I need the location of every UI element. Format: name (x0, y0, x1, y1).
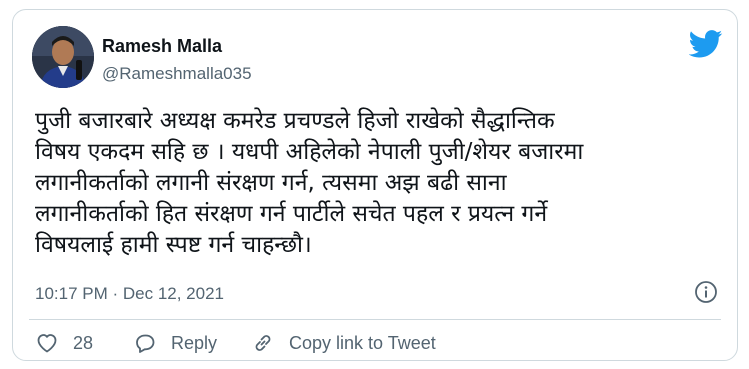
tweet-text: पुजी बजारबारे अध्यक्ष कमरेड प्रचण्डले हि… (35, 108, 584, 258)
reply-label: Reply (171, 332, 218, 353)
reply-button[interactable]: Reply (133, 331, 217, 355)
heart-icon (35, 331, 59, 355)
tweet-card: Ramesh Malla @Rameshmalla035 पुजी बजारबा… (12, 9, 738, 361)
copy-link-button[interactable]: Copy link to Tweet (251, 331, 436, 355)
divider (29, 319, 721, 320)
avatar[interactable] (32, 26, 94, 88)
author-name[interactable]: Ramesh Malla (102, 36, 222, 57)
author-handle[interactable]: @Rameshmalla035 (102, 64, 252, 84)
tweet-timestamp[interactable]: 10:17 PM · Dec 12, 2021 (35, 284, 224, 304)
like-button[interactable]: 28 (35, 331, 93, 355)
link-icon (251, 331, 275, 355)
twitter-bird-icon[interactable] (688, 30, 723, 58)
info-icon[interactable] (694, 280, 718, 304)
speech-bubble-icon (133, 331, 157, 355)
copy-link-label: Copy link to Tweet (289, 332, 436, 353)
avatar-photo (32, 26, 94, 88)
like-count: 28 (73, 332, 94, 353)
